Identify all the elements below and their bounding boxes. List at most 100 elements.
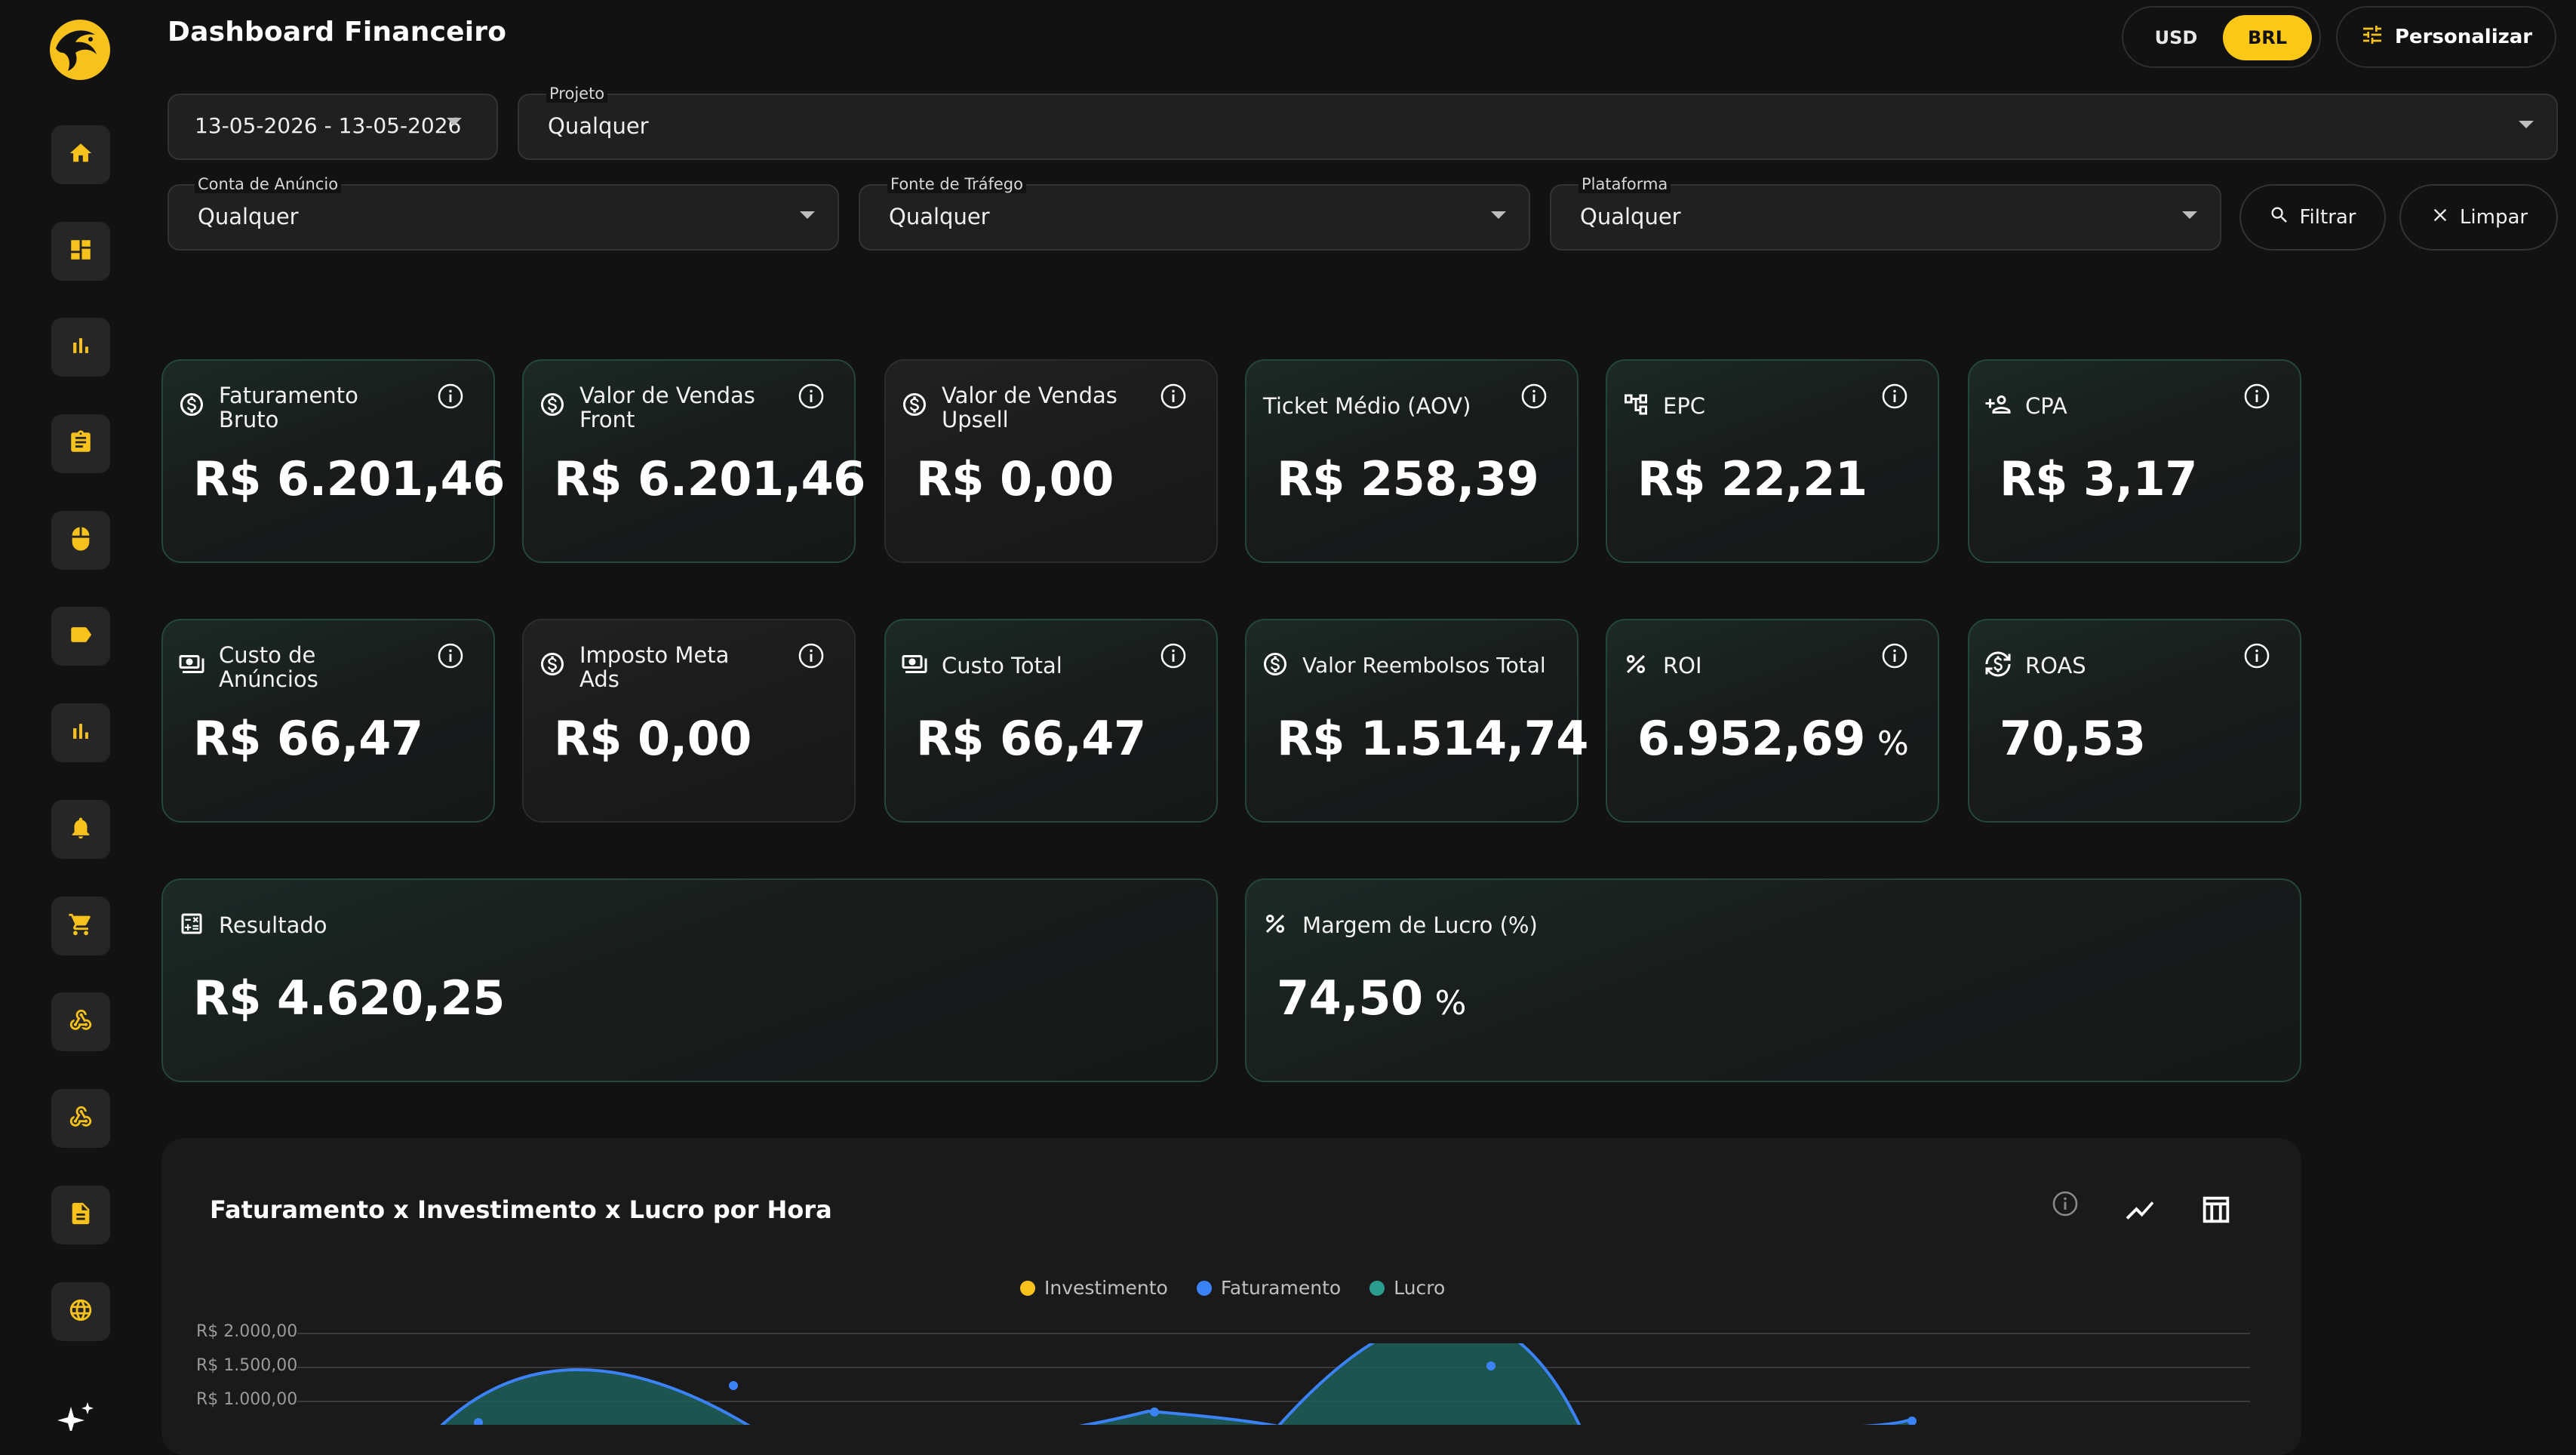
nav-webhooks[interactable] [51,992,110,1051]
clear-label: Limpar [2459,206,2528,229]
metric-value: R$ 0,00 [916,451,1114,506]
metric-card-roi: ROI 6.952,69% [1606,619,1939,823]
traffic-source-label: Fonte de Tráfego [887,175,1026,193]
metric-title: Valor de Vendas Front [579,383,755,432]
metric-title: Faturamento Bruto [219,383,358,432]
metric-value: R$ 6.201,46 [554,451,865,506]
project-value: Qualquer [548,113,649,139]
nav-dashboard[interactable] [51,222,110,281]
data-point[interactable] [1907,1417,1917,1425]
nav-tags[interactable] [51,607,110,666]
margin-number: 74,50 [1277,971,1423,1026]
info-icon[interactable] [436,641,465,670]
metric-value: 70,53 [2000,711,2146,766]
webhook-icon [68,1007,94,1036]
ad-account-select[interactable]: Conta de Anúncio Qualquer [168,175,839,251]
currency-toggle[interactable]: USD BRL [2122,6,2321,68]
metric-title: Custo Total [942,653,1062,678]
nav-notifications[interactable] [51,800,110,859]
metric-card-meta-tax: Imposto Meta Ads R$ 0,00 [522,619,856,823]
metric-value: R$ 1.514,74 [1277,711,1588,766]
filter-button[interactable]: Filtrar [2239,184,2386,251]
nav-reports[interactable] [51,318,110,377]
nav-tasks[interactable] [51,414,110,473]
project-select[interactable]: Projeto Qualquer [518,85,2558,160]
legend-dot [1369,1280,1385,1296]
legend-label: Lucro [1394,1277,1446,1299]
info-icon[interactable] [2242,641,2271,670]
chevron-down-icon [447,118,462,125]
percent-icon [1622,651,1649,678]
metric-card-epc: EPC R$ 22,21 [1606,359,1939,563]
metric-value: R$ 66,47 [193,711,423,766]
nav-documents[interactable] [51,1186,110,1244]
customize-button[interactable]: Personalizar [2336,6,2556,68]
legend-item-lucro[interactable]: Lucro [1369,1277,1445,1299]
metric-value: R$ 66,47 [916,711,1146,766]
metric-card-cpa: CPA R$ 3,17 [1968,359,2301,563]
hierarchy-icon [1622,391,1649,418]
dollar-circle-icon [1262,651,1289,678]
cart-icon [68,912,94,940]
line-chart-toggle-icon[interactable] [2123,1194,2156,1227]
info-icon[interactable] [1520,382,1548,411]
clear-button[interactable]: Limpar [2399,184,2558,251]
currency-exchange-icon [1984,651,2012,678]
metric-card-margin: Margem de Lucro (%) 74,50% [1245,878,2301,1082]
nav-clicks[interactable] [51,511,110,570]
metric-value: R$ 4.620,25 [193,971,505,1026]
info-icon[interactable] [2242,382,2271,411]
currency-usd-option[interactable]: USD [2134,15,2218,60]
project-label: Projeto [546,85,608,103]
tune-icon [2360,23,2384,52]
nav-home[interactable] [51,125,110,184]
metric-title: Valor Reembolsos Total [1302,653,1546,678]
legend-item-investimento[interactable]: Investimento [1020,1277,1168,1299]
info-icon[interactable] [1159,641,1188,670]
analytics-icon [68,718,94,747]
chart-title: Faturamento x Investimento x Lucro por H… [210,1195,832,1224]
info-icon[interactable] [2051,1189,2080,1218]
data-point[interactable] [1150,1407,1159,1417]
info-icon[interactable] [1880,382,1909,411]
globe-icon [68,1297,94,1326]
dashboard-icon [68,237,94,266]
cash-icon [901,651,928,678]
legend-dot [1196,1280,1212,1296]
filter-label: Filtrar [2299,206,2356,229]
date-range-picker[interactable]: 13-05-2026 - 13-05-2026 [168,94,498,160]
currency-brl-option[interactable]: BRL [2223,15,2312,60]
home-icon [68,140,94,169]
bar-chart-icon [68,333,94,361]
roi-number: 6.952,69 [1637,711,1865,766]
metric-card-result: Resultado R$ 4.620,25 [161,878,1218,1082]
nav-domains[interactable] [51,1282,110,1341]
data-point[interactable] [729,1381,738,1390]
info-icon[interactable] [436,382,465,411]
traffic-source-value: Qualquer [889,204,990,229]
brand-logo[interactable] [48,18,112,82]
cash-icon [178,651,205,678]
info-icon[interactable] [1880,641,1909,670]
clipboard-icon [68,429,94,458]
legend-item-faturamento[interactable]: Faturamento [1196,1277,1342,1299]
nav-integrations[interactable] [51,1089,110,1148]
platform-select[interactable]: Plataforma Qualquer [1550,175,2221,251]
metric-value: R$ 3,17 [2000,451,2197,506]
nav-analytics[interactable] [51,703,110,762]
data-point[interactable] [1486,1361,1495,1370]
table-view-icon[interactable] [2199,1192,2233,1227]
info-icon[interactable] [1159,382,1188,411]
legend-label: Faturamento [1220,1277,1342,1299]
nav-sales[interactable] [51,897,110,955]
metric-title: Ticket Médio (AOV) [1263,393,1471,419]
percent-icon [1262,910,1289,937]
sparkle-icon[interactable] [54,1401,97,1434]
platform-label: Plataforma [1578,175,1671,193]
ad-account-label: Conta de Anúncio [195,175,342,193]
info-icon[interactable] [797,382,825,411]
info-icon[interactable] [797,641,825,670]
chevron-down-icon [2519,121,2534,128]
traffic-source-select[interactable]: Fonte de Tráfego Qualquer [859,175,1530,251]
margin-unit: % [1434,984,1467,1023]
